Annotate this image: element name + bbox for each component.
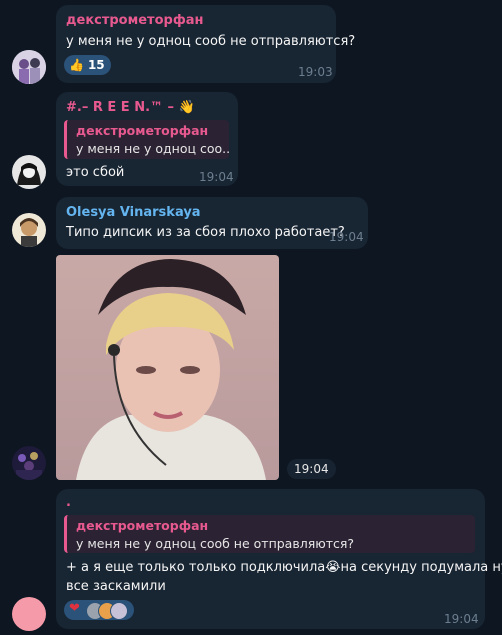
avatar[interactable]	[12, 213, 46, 247]
reply-quote[interactable]: декстрометорфан у меня не у одноц сооб н…	[64, 515, 475, 553]
message-time: 19:04	[329, 230, 364, 244]
heart-icon: ❤	[69, 601, 80, 616]
message-bubble[interactable]: #.– R E E N.™ – 👋 декстрометорфан у меня…	[56, 92, 238, 186]
photo-message[interactable]	[56, 255, 279, 480]
message-text: у меня не у одноц сооб не отправляются?	[66, 34, 356, 49]
message-text-line-1: + а я еще только только подключила😭на се…	[66, 560, 502, 575]
photo-image	[56, 255, 279, 480]
reactor-avatar	[110, 602, 128, 620]
avatar-image	[12, 50, 46, 84]
sender-name[interactable]: декстрометорфан	[66, 13, 203, 28]
reaction-count: 15	[87, 58, 105, 72]
sender-name[interactable]: Olesya Vinarskaya	[66, 205, 201, 220]
chat-history[interactable]: декстрометорфан у меня не у одноц сооб н…	[0, 0, 502, 635]
message-bubble[interactable]: декстрометорфан у меня не у одноц сооб н…	[56, 5, 355, 83]
message-text: Типо дипсик из за сбоя плохо работает?	[66, 225, 345, 240]
reaction-badge[interactable]: 👍 15	[64, 55, 111, 75]
reply-quote[interactable]: декстрометорфан у меня не у одноц соо...	[64, 120, 229, 159]
sender-name[interactable]: .	[66, 495, 71, 510]
message-time: 19:04	[199, 170, 234, 184]
avatar-image	[12, 155, 46, 189]
waving-hand-icon: 👋	[178, 100, 195, 115]
reply-text: у меня не у одноц соо...	[76, 141, 229, 156]
reply-sender: декстрометорфан	[76, 123, 209, 138]
crying-face-icon: 😭	[325, 560, 341, 575]
avatar[interactable]	[12, 597, 46, 631]
avatar-image	[12, 446, 46, 480]
avatar[interactable]	[12, 155, 46, 189]
reactions-row[interactable]: ❤	[64, 600, 134, 620]
avatar-image	[12, 213, 46, 247]
message-time: 19:04	[444, 612, 479, 626]
message-bubble[interactable]: Olesya Vinarskaya Типо дипсик из за сбоя…	[56, 197, 368, 249]
sender-name[interactable]: #.– R E E N.™ – 👋	[66, 100, 195, 115]
reply-text: у меня не у одноц сооб не отправляются?	[76, 536, 355, 551]
message-bubble[interactable]: . декстрометорфан у меня не у одноц сооб…	[56, 489, 502, 629]
avatar[interactable]	[12, 50, 46, 84]
reply-sender: декстрометорфан	[76, 518, 209, 533]
avatar[interactable]	[12, 446, 46, 480]
message-time: 19:03	[298, 65, 333, 79]
message-text-line-2: все заскамили	[66, 579, 166, 594]
thumbs-up-icon: 👍	[69, 58, 84, 72]
photo-time: 19:04	[287, 459, 336, 479]
message-text: это сбой	[66, 165, 125, 180]
